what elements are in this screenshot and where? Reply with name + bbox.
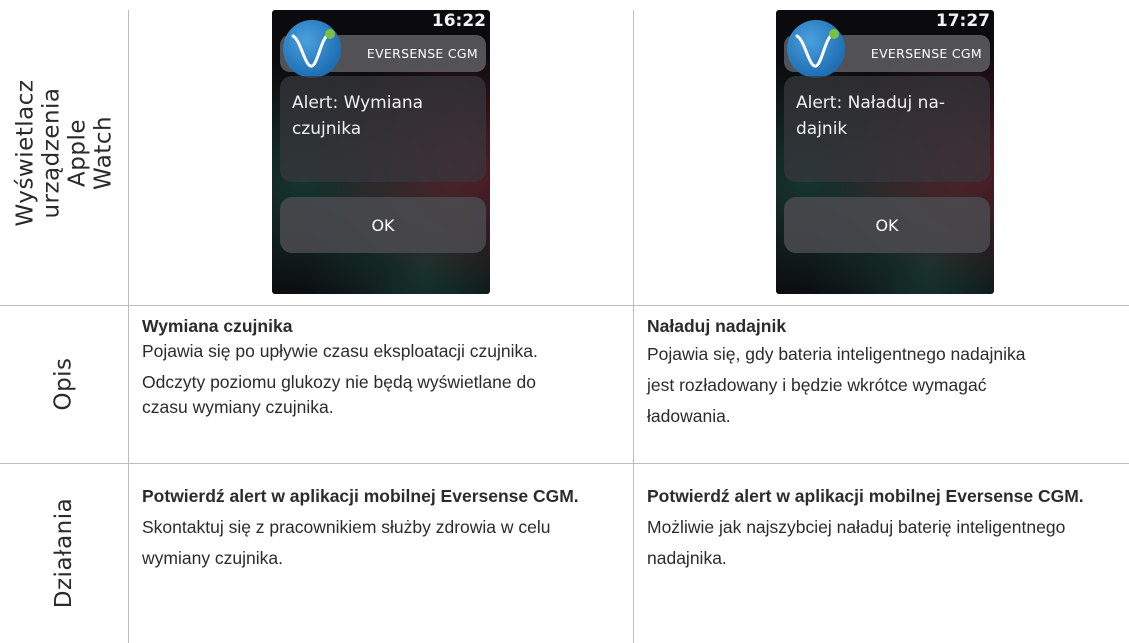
watch-ok-button[interactable]: OK bbox=[280, 197, 486, 253]
watch-alert-box: Alert: Naładuj na- dajnik bbox=[784, 76, 990, 182]
row-label-actions: Działania bbox=[0, 463, 128, 643]
row-label-display-text: Wyświetlacz urządzenia Apple Watch bbox=[12, 78, 117, 227]
row-label-description: Opis bbox=[0, 305, 128, 463]
eversense-logo-icon bbox=[787, 20, 845, 78]
description-text: Pojawia się po upływie czasu eksploatacj… bbox=[142, 341, 538, 361]
actions-cell-right: Potwierdź alert w aplikacji mobilnej Eve… bbox=[647, 481, 1117, 574]
watch-screen-sensor-replace: 16:22 EVERSENSE CGM Alert: Wymiana czujn… bbox=[272, 10, 490, 294]
description-cell-right: Naładuj nadajnik Pojawia się, gdy bateri… bbox=[647, 314, 1077, 432]
row-label-actions-text: Działania bbox=[51, 497, 77, 609]
watch-time: 16:22 bbox=[431, 11, 486, 31]
grid-line-row2 bbox=[0, 463, 1129, 464]
watch-alert-message: Alert: Wymiana czujnika bbox=[292, 93, 424, 139]
description-title: Naładuj nadajnik bbox=[647, 316, 787, 336]
row-label-description-text: Opis bbox=[50, 357, 77, 411]
watch-alert-message: Alert: Naładuj na- dajnik bbox=[796, 93, 945, 139]
watch-alert-box: Alert: Wymiana czujnika bbox=[280, 76, 486, 182]
actions-plain-text: Skontaktuj się z pracownikiem służby zdr… bbox=[142, 517, 551, 568]
watch-time: 17:27 bbox=[935, 11, 990, 31]
watch-screen-charge-transmitter: 17:27 EVERSENSE CGM Alert: Naładuj na- d… bbox=[776, 10, 994, 294]
description-text-extra: Odczyty poziomu glukozy nie będą wyświet… bbox=[142, 372, 536, 417]
actions-bold-text: Potwierdź alert w aplikacji mobilnej Eve… bbox=[647, 486, 1084, 506]
actions-text: Potwierdź alert w aplikacji mobilnej Eve… bbox=[647, 481, 1117, 574]
grid-line-left-col bbox=[128, 10, 129, 643]
watch-ok-button[interactable]: OK bbox=[784, 197, 990, 253]
description-text: Pojawia się, gdy bateria inteligentnego … bbox=[647, 344, 1026, 426]
description-title: Wymiana czujnika bbox=[142, 316, 293, 336]
grid-line-mid-col bbox=[633, 10, 634, 643]
grid-line-row1 bbox=[0, 305, 1129, 306]
actions-bold-text: Potwierdź alert w aplikacji mobilnej Eve… bbox=[142, 486, 579, 506]
actions-cell-left: Potwierdź alert w aplikacji mobilnej Eve… bbox=[142, 481, 612, 574]
row-label-display: Wyświetlacz urządzenia Apple Watch bbox=[0, 0, 128, 305]
watch-app-name: EVERSENSE CGM bbox=[366, 46, 478, 61]
description-cell-left: Wymiana czujnika Pojawia się po upływie … bbox=[142, 314, 627, 420]
watch-app-name: EVERSENSE CGM bbox=[870, 46, 982, 61]
eversense-logo-icon bbox=[283, 20, 341, 78]
actions-text: Potwierdź alert w aplikacji mobilnej Eve… bbox=[142, 481, 612, 574]
actions-plain-text: Możliwie jak najszybciej naładuj baterię… bbox=[647, 517, 1066, 568]
